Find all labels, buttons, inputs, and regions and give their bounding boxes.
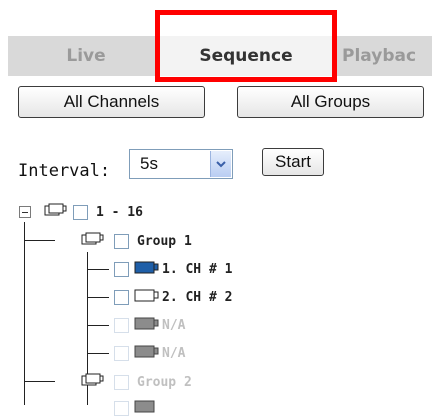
- interval-select[interactable]: 5s: [129, 149, 233, 179]
- camera-icon: [134, 344, 160, 363]
- tab-live[interactable]: Live: [16, 36, 156, 76]
- channel-label: 1. CH # 1: [162, 261, 233, 277]
- tree-channel-item: N/A: [114, 315, 185, 335]
- camera-icon: [134, 288, 160, 307]
- interval-value: 5s: [140, 154, 158, 173]
- interval-label: Interval:: [18, 161, 111, 181]
- chevron-down-icon[interactable]: [210, 151, 231, 177]
- all-channels-button[interactable]: All Channels: [18, 86, 205, 118]
- group-label: Group 2: [137, 374, 192, 390]
- camera-group-icon: [81, 231, 105, 251]
- tree-channel-item: N/A: [114, 343, 185, 363]
- tree-connector: [87, 269, 109, 270]
- collapse-icon[interactable]: [19, 206, 31, 218]
- checkbox[interactable]: [114, 233, 129, 249]
- camera-group-icon: [44, 202, 68, 222]
- camera-icon: [134, 316, 160, 335]
- tree-channel-item: [114, 398, 160, 418]
- checkbox[interactable]: [114, 261, 129, 277]
- camera-icon: [134, 399, 160, 418]
- tree-connector: [87, 325, 109, 326]
- tree-connector: [24, 222, 25, 405]
- channel-label: N/A: [162, 317, 186, 333]
- checkbox[interactable]: [114, 289, 129, 305]
- tree-channel-item: 1. CH # 1: [114, 259, 232, 279]
- tree-connector: [24, 381, 55, 382]
- group-label: Group 1: [137, 233, 192, 249]
- tree-connector: [87, 353, 109, 354]
- checkbox: [114, 317, 129, 333]
- tree-group-item: Group 2: [81, 372, 192, 392]
- channel-label: 2. CH # 2: [162, 289, 233, 305]
- tree-root-label: 1 - 16: [96, 204, 143, 220]
- tree-connector: [24, 240, 55, 241]
- tab-playback[interactable]: Playbac: [334, 36, 432, 76]
- start-button[interactable]: Start: [262, 148, 324, 176]
- camera-icon: [134, 260, 160, 279]
- checkbox: [114, 345, 129, 361]
- tree-root: 1 - 16: [19, 202, 143, 222]
- camera-group-icon: [81, 372, 105, 392]
- tree-connector: [87, 297, 109, 298]
- tree-group-item: Group 1: [81, 231, 192, 251]
- channel-label: N/A: [162, 345, 186, 361]
- checkbox: [114, 400, 129, 416]
- all-groups-button[interactable]: All Groups: [237, 86, 424, 118]
- checkbox[interactable]: [73, 204, 88, 220]
- checkbox: [114, 374, 129, 390]
- tree-channel-item: 2. CH # 2: [114, 287, 232, 307]
- tab-sequence[interactable]: Sequence: [160, 36, 332, 76]
